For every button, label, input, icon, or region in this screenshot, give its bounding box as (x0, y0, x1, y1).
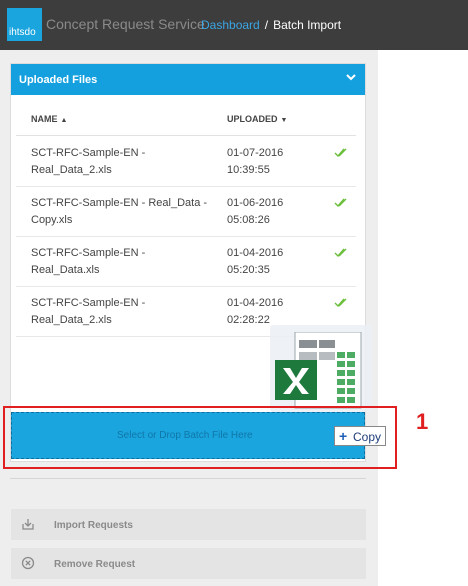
import-requests-button[interactable]: Import Requests (11, 509, 366, 540)
annotation-number: 1 (416, 409, 429, 434)
double-check-icon (334, 248, 347, 257)
table-row[interactable]: SCT-RFC-Sample-EN - Real_Data_2.xls 01-0… (16, 137, 356, 187)
logo-text: ihtsdo (9, 27, 36, 38)
file-name: SCT-RFC-Sample-EN - Real_Data_2.xls (31, 147, 146, 176)
breadcrumb-dashboard-link[interactable]: Dashboard (201, 18, 260, 32)
double-check-icon (334, 148, 347, 157)
upload-datetime: 01-04-2016 02:28:22 (227, 297, 284, 326)
remove-request-button[interactable]: Remove Request (11, 548, 366, 579)
upload-datetime: 01-04-2016 05:20:35 (227, 247, 284, 276)
import-requests-label: Import Requests (54, 520, 133, 531)
column-header-uploaded[interactable]: UPLOADED ▼ (227, 114, 287, 124)
double-check-icon (334, 198, 347, 207)
top-bar: ihtsdo Concept Request Service Dashboard… (0, 0, 468, 50)
sort-asc-icon: ▲ (60, 117, 68, 124)
double-check-icon (334, 298, 347, 307)
upload-datetime: 01-07-2016 10:39:55 (227, 147, 284, 176)
divider (10, 478, 366, 479)
panel-header[interactable]: Uploaded Files (11, 64, 365, 95)
remove-request-label: Remove Request (54, 559, 136, 570)
panel-title: Uploaded Files (19, 74, 98, 86)
sort-desc-icon: ▼ (280, 117, 288, 124)
logo[interactable]: ihtsdo (7, 8, 42, 41)
import-icon (22, 519, 34, 530)
chevron-down-icon[interactable] (345, 71, 357, 83)
excel-file-icon (275, 332, 362, 409)
file-name: SCT-RFC-Sample-EN - Real_Data.xls (31, 247, 146, 276)
annotation-highlight (3, 406, 397, 469)
table-row[interactable]: SCT-RFC-Sample-EN - Real_Data.xls 01-04-… (16, 237, 356, 287)
breadcrumb-separator: / (264, 18, 269, 32)
upload-datetime: 01-06-2016 05:08:26 (227, 197, 284, 226)
file-name: SCT-RFC-Sample-EN - Real_Data - Copy.xls (31, 197, 208, 226)
remove-circle-icon (21, 556, 35, 570)
breadcrumb: Dashboard / Batch Import (201, 18, 341, 32)
file-name: SCT-RFC-Sample-EN - Real_Data_2.xls (31, 297, 146, 326)
table-row[interactable]: SCT-RFC-Sample-EN - Real_Data - Copy.xls… (16, 187, 356, 237)
column-header-name[interactable]: NAME ▲ (31, 114, 67, 124)
app-title: Concept Request Service (46, 16, 205, 32)
table-header: NAME ▲ UPLOADED ▼ (16, 104, 356, 136)
breadcrumb-current: Batch Import (273, 18, 342, 32)
